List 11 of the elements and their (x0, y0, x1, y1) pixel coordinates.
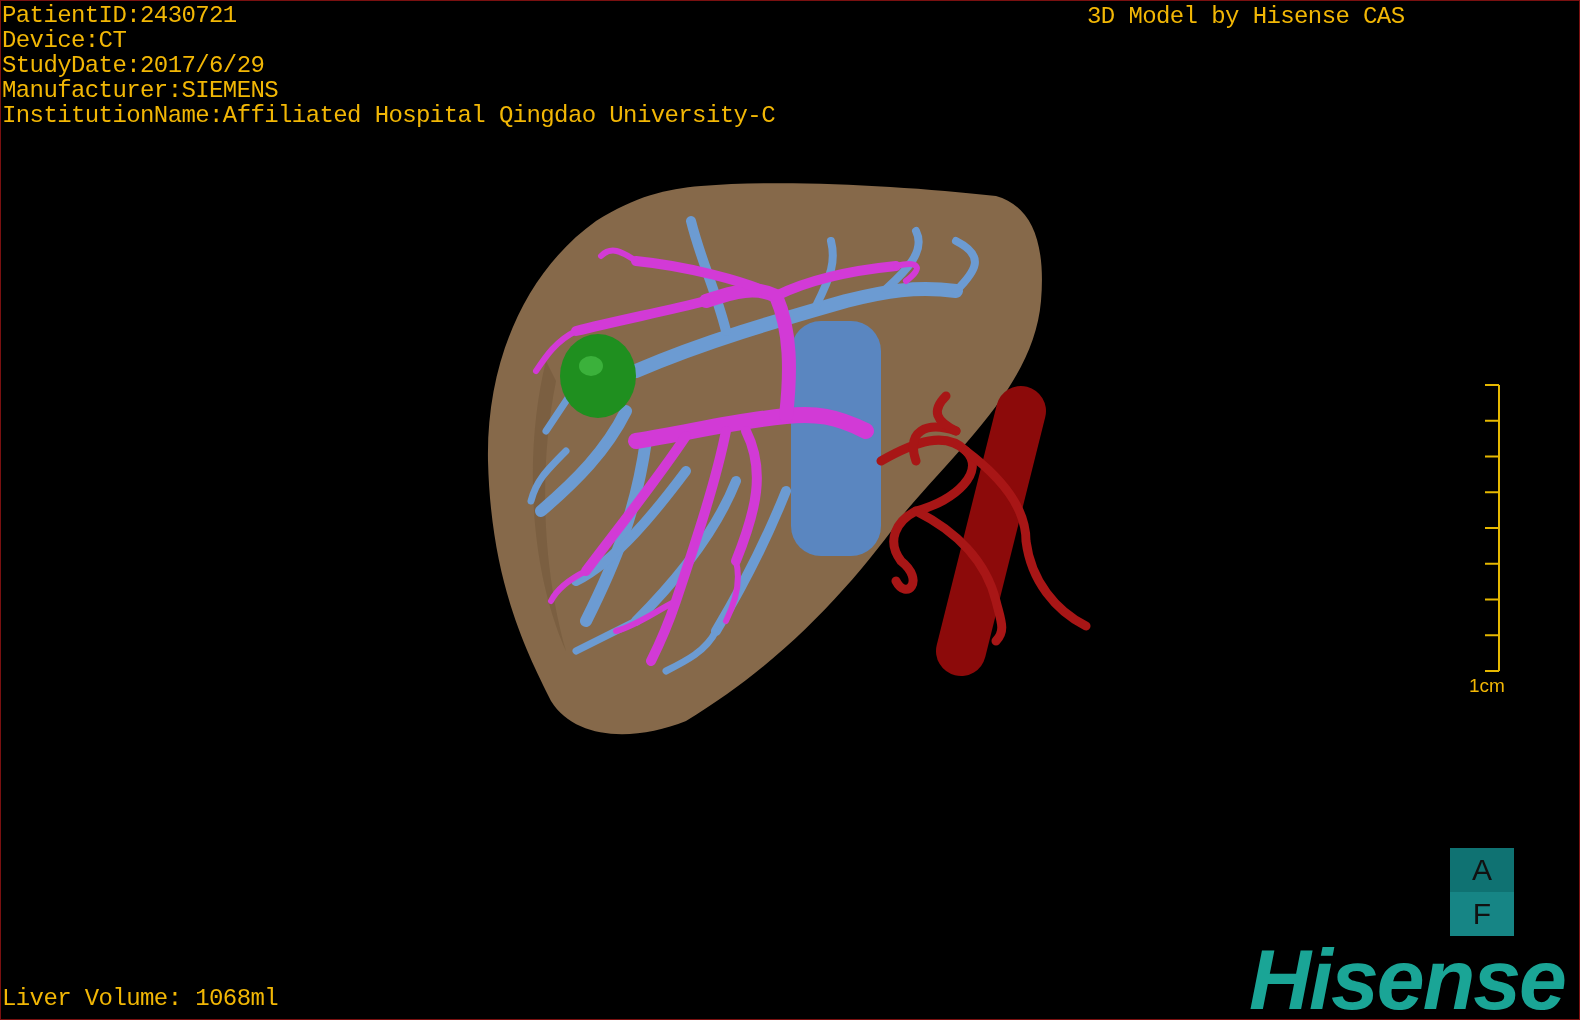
orientation-label: A (1450, 848, 1514, 892)
study-info-text: InstitutionName:Affiliated Hospital Qingdao University-C (2, 103, 775, 128)
study-info-text: Device:CT (2, 28, 128, 53)
study-info-text: PatientID:2430721 (2, 3, 238, 28)
orientation-label: F (1450, 892, 1514, 936)
study-info-text: StudyDate:2017/6/29 (2, 53, 266, 78)
viewer-title: 3D Model by Hisense CAS (1087, 4, 1405, 29)
scale-label: 1cm (1469, 675, 1505, 697)
brand-logo: Hisense (1249, 936, 1565, 1020)
liver-volume-text: Liver Volume: 1068ml (2, 986, 279, 1011)
study-info-text: Manufacturer:SIEMENS (2, 78, 280, 103)
